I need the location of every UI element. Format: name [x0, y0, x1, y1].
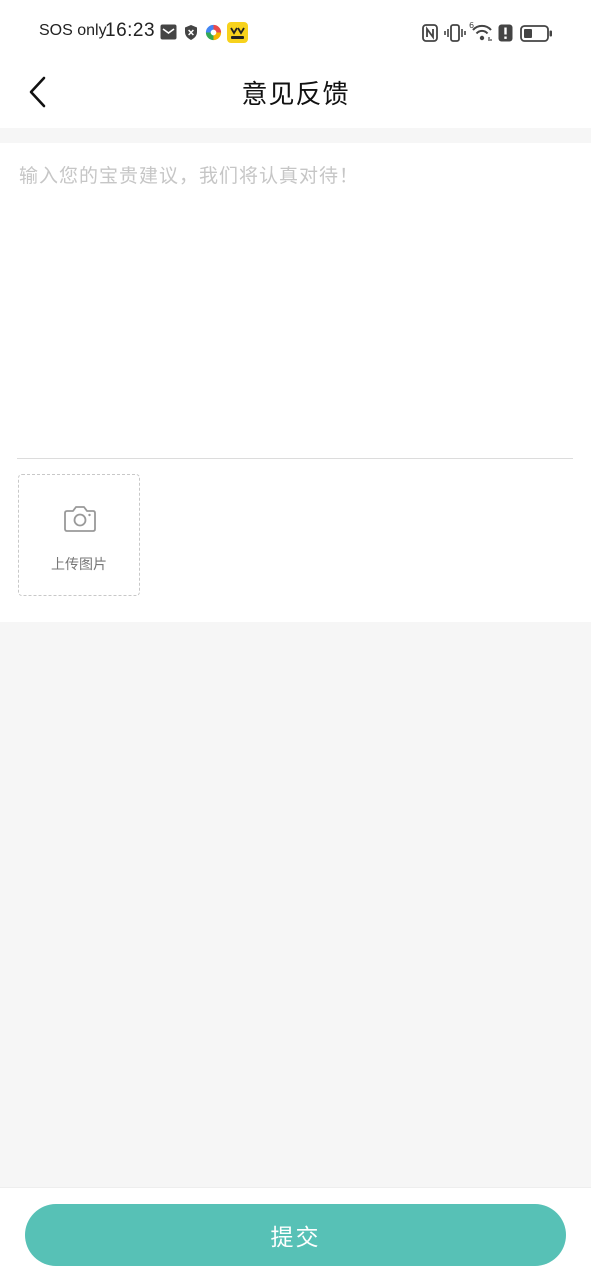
vibrate-icon: [444, 24, 466, 42]
wifi-icon: 6: [469, 20, 495, 42]
colorful-app-icon: [204, 23, 223, 42]
carrier-label: SOS only: [39, 22, 107, 39]
status-bar: SOS only 16:23 6: [0, 0, 591, 64]
page-title: 意见反馈: [241, 80, 350, 110]
feedback-screen: SOS only 16:23 6 意见反馈 输入您的宝贵建议，我们将认真对待！ …: [0, 0, 591, 1280]
nav-header: 意见反馈: [0, 64, 591, 128]
bottom-bar: 提交: [0, 1187, 591, 1280]
alert-icon: [498, 24, 513, 42]
submit-button[interactable]: 提交: [25, 1204, 566, 1266]
clock: 16:23: [105, 20, 156, 41]
battery-icon: [520, 25, 553, 42]
shield-icon: [184, 25, 198, 40]
nfc-icon: [422, 24, 438, 42]
yellow-app-icon: [227, 22, 248, 43]
camera-icon: [63, 505, 97, 537]
upload-image-button[interactable]: 上传图片: [18, 474, 140, 596]
feedback-card: 上传图片: [0, 143, 591, 622]
mail-icon: [160, 24, 177, 40]
feedback-textarea[interactable]: [17, 153, 573, 443]
divider: [17, 458, 573, 459]
upload-label: 上传图片: [51, 557, 107, 573]
